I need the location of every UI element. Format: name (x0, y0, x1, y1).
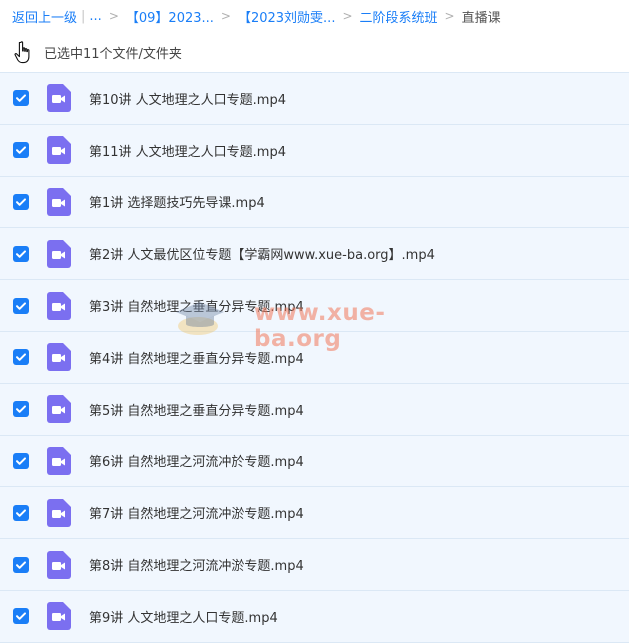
chevron-right-icon: > (342, 9, 353, 23)
row-checkbox[interactable] (13, 90, 29, 107)
row-checkbox[interactable] (13, 401, 29, 418)
video-file-icon (47, 395, 71, 424)
breadcrumb-current: 直播课 (461, 10, 501, 26)
check-icon (16, 301, 26, 310)
row-checkbox[interactable] (13, 142, 29, 159)
file-row[interactable]: 第7讲 自然地理之河流冲淤专题.mp4 (0, 487, 629, 540)
video-file-icon (47, 84, 71, 113)
video-file-icon (47, 187, 71, 216)
check-icon (16, 560, 26, 569)
file-row[interactable]: 第5讲 自然地理之垂直分异专题.mp4 (0, 383, 629, 436)
file-row[interactable]: 第6讲 自然地理之河流冲於专题.mp4 (0, 435, 629, 488)
file-name[interactable]: 第11讲 人文地理之人口专题.mp4 (89, 141, 286, 160)
file-name[interactable]: 第1讲 选择题技巧先导课.mp4 (89, 192, 265, 211)
check-icon (16, 405, 26, 413)
check-icon (16, 457, 26, 465)
video-file-icon (47, 291, 71, 320)
breadcrumb-item-3[interactable]: 二阶段系统班 (360, 7, 438, 26)
check-icon (16, 353, 26, 362)
file-row[interactable]: 第9讲 人文地理之人口专题.mp4 (0, 590, 629, 643)
file-name[interactable]: 第2讲 人文最优区位专题【学霸网www.xue-ba.org】.mp4 (89, 244, 435, 263)
row-checkbox[interactable] (13, 297, 29, 314)
row-checkbox[interactable] (13, 556, 29, 573)
video-file-icon (47, 239, 71, 268)
file-name[interactable]: 第9讲 人文地理之人口专题.mp4 (89, 607, 278, 626)
chevron-right-icon: > (220, 9, 231, 23)
row-checkbox[interactable] (13, 245, 29, 262)
check-icon (16, 250, 26, 258)
breadcrumb-ellipsis[interactable]: ... (89, 9, 101, 24)
breadcrumb: 返回上一级 | ... > 【09】2023... > 【2023刘勋雯... … (0, 0, 629, 32)
file-name[interactable]: 第3讲 自然地理之垂直分异专题.mp4 (89, 296, 304, 315)
file-row[interactable]: 第4讲 自然地理之垂直分异专题.mp4 (0, 331, 629, 384)
row-checkbox[interactable] (13, 193, 29, 210)
check-icon (16, 146, 26, 154)
file-name[interactable]: 第10讲 人文地理之人口专题.mp4 (89, 89, 286, 108)
row-checkbox[interactable] (13, 608, 29, 625)
file-name[interactable]: 第4讲 自然地理之垂直分异专题.mp4 (89, 348, 304, 367)
video-file-icon (47, 343, 71, 372)
video-file-icon (47, 498, 71, 527)
chevron-right-icon: > (108, 9, 119, 23)
file-name[interactable]: 第5讲 自然地理之垂直分异专题.mp4 (89, 400, 304, 419)
file-list: 第10讲 人文地理之人口专题.mp4 第11讲 人文地理之人口专题.mp4 第1… (0, 72, 629, 643)
check-icon (16, 198, 26, 206)
selection-summary: 已选中11个文件/文件夹 (0, 36, 629, 68)
back-link[interactable]: 返回上一级 (12, 7, 77, 26)
file-row[interactable]: 第10讲 人文地理之人口专题.mp4 (0, 73, 629, 125)
file-name[interactable]: 第6讲 自然地理之河流冲於专题.mp4 (89, 451, 304, 470)
file-row[interactable]: 第3讲 自然地理之垂直分异专题.mp4 (0, 280, 629, 332)
video-file-icon (47, 446, 71, 475)
file-name[interactable]: 第7讲 自然地理之河流冲淤专题.mp4 (89, 503, 304, 522)
check-icon (16, 94, 26, 103)
breadcrumb-divider: | (81, 8, 86, 24)
breadcrumb-item-1[interactable]: 【09】2023... (126, 7, 214, 26)
breadcrumb-item-2[interactable]: 【2023刘勋雯... (238, 7, 335, 26)
check-icon (16, 612, 26, 621)
file-name[interactable]: 第8讲 自然地理之河流冲淤专题.mp4 (89, 555, 304, 574)
file-row[interactable]: 第11讲 人文地理之人口专题.mp4 (0, 124, 629, 177)
chevron-right-icon: > (444, 9, 455, 23)
file-row[interactable]: 第8讲 自然地理之河流冲淤专题.mp4 (0, 539, 629, 591)
video-file-icon (47, 136, 71, 165)
video-file-icon (47, 550, 71, 579)
row-checkbox[interactable] (13, 504, 29, 521)
selection-count-label: 已选中11个文件/文件夹 (44, 46, 182, 62)
file-row[interactable]: 第1讲 选择题技巧先导课.mp4 (0, 176, 629, 229)
check-icon (16, 509, 26, 517)
row-checkbox[interactable] (13, 452, 29, 469)
file-row[interactable]: 第2讲 人文最优区位专题【学霸网www.xue-ba.org】.mp4 (0, 228, 629, 281)
row-checkbox[interactable] (13, 349, 29, 366)
video-file-icon (47, 602, 71, 631)
